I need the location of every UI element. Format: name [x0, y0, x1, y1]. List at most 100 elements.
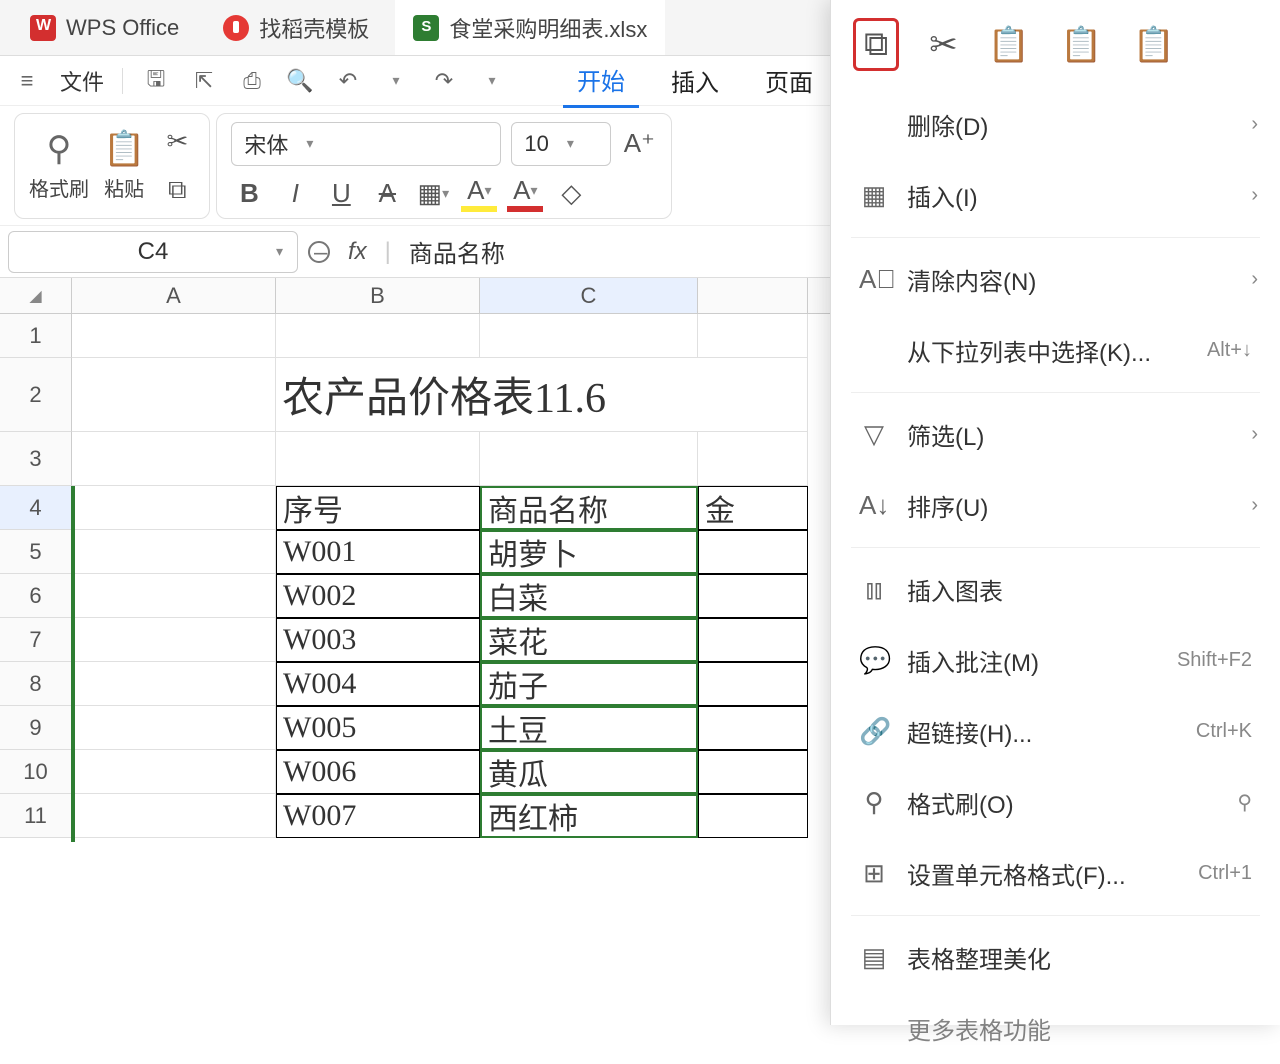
- table-cell[interactable]: W007: [276, 794, 480, 838]
- table-cell[interactable]: [698, 574, 808, 618]
- ctx-clear[interactable]: A⃠清除内容(N)›: [831, 244, 1280, 315]
- ctx-sort[interactable]: A↓排序(U)›: [831, 470, 1280, 541]
- table-cell[interactable]: 茄子: [480, 662, 698, 706]
- font-size-select[interactable]: 10 ▾: [511, 122, 611, 166]
- copy-icon[interactable]: ⧉: [159, 172, 195, 208]
- row-header[interactable]: 8: [0, 662, 72, 706]
- title-cell[interactable]: 农产品价格表11.6: [276, 358, 808, 432]
- cell[interactable]: [72, 432, 276, 486]
- redo-icon[interactable]: ↷: [429, 66, 459, 96]
- cell[interactable]: [698, 432, 808, 486]
- file-tab[interactable]: 食堂采购明细表.xlsx: [395, 0, 665, 55]
- strikethrough-button[interactable]: A: [369, 176, 405, 212]
- tab-layout[interactable]: 页面: [751, 55, 827, 106]
- row-header[interactable]: 1: [0, 314, 72, 358]
- row-header[interactable]: 11: [0, 794, 72, 838]
- cell[interactable]: [480, 314, 698, 358]
- cell[interactable]: [698, 314, 808, 358]
- ctx-beautify[interactable]: ▤表格整理美化: [831, 922, 1280, 993]
- ctx-chart[interactable]: ⫾⫾插入图表: [831, 554, 1280, 625]
- paste-button[interactable]: 📋 粘贴: [103, 129, 145, 202]
- increase-font-icon[interactable]: A⁺: [621, 126, 657, 162]
- table-header-cell[interactable]: 序号: [276, 486, 480, 530]
- ctx-cell-format[interactable]: ⊞设置单元格格式(F)...Ctrl+1: [831, 838, 1280, 909]
- table-header-cell-selected[interactable]: 商品名称: [480, 486, 698, 530]
- table-cell[interactable]: W003: [276, 618, 480, 662]
- cut-icon[interactable]: ✂: [929, 25, 958, 65]
- highlight-button[interactable]: A▾: [461, 176, 497, 212]
- borders-button[interactable]: ▦▾: [415, 176, 451, 212]
- format-painter-button[interactable]: ⚲ 格式刷: [29, 129, 89, 202]
- table-cell[interactable]: 西红柿: [480, 794, 698, 838]
- cell[interactable]: [72, 618, 276, 662]
- column-header-a[interactable]: A: [72, 278, 276, 313]
- table-cell[interactable]: W001: [276, 530, 480, 574]
- print-icon[interactable]: ⎙: [237, 66, 267, 96]
- table-header-cell[interactable]: 金: [698, 486, 808, 530]
- paste-icon[interactable]: 📋: [988, 25, 1030, 65]
- column-header-b[interactable]: B: [276, 278, 480, 313]
- cell[interactable]: [72, 574, 276, 618]
- italic-button[interactable]: I: [277, 176, 313, 212]
- row-header[interactable]: 2: [0, 358, 72, 432]
- row-header[interactable]: 5: [0, 530, 72, 574]
- save-icon[interactable]: 🖫: [141, 66, 171, 96]
- fx-icon[interactable]: fx: [348, 238, 367, 266]
- tab-insert[interactable]: 插入: [657, 55, 733, 106]
- preview-icon[interactable]: 🔍: [285, 66, 315, 96]
- select-all-corner[interactable]: ◢: [0, 278, 72, 313]
- table-cell[interactable]: 土豆: [480, 706, 698, 750]
- cell[interactable]: [72, 314, 276, 358]
- table-cell[interactable]: W006: [276, 750, 480, 794]
- table-cell[interactable]: [698, 618, 808, 662]
- undo-icon[interactable]: ↶: [333, 66, 363, 96]
- column-header-d[interactable]: [698, 278, 808, 313]
- cell[interactable]: [72, 358, 276, 432]
- table-cell[interactable]: [698, 706, 808, 750]
- name-box[interactable]: C4 ▾: [8, 231, 298, 273]
- table-cell[interactable]: W004: [276, 662, 480, 706]
- underline-button[interactable]: U: [323, 176, 359, 212]
- cell[interactable]: [72, 794, 276, 838]
- redo-dropdown-icon[interactable]: ▾: [477, 66, 507, 96]
- undo-dropdown-icon[interactable]: ▾: [381, 66, 411, 96]
- cell[interactable]: [72, 486, 276, 530]
- table-cell[interactable]: [698, 794, 808, 838]
- table-cell[interactable]: [698, 750, 808, 794]
- row-header[interactable]: 9: [0, 706, 72, 750]
- clear-format-icon[interactable]: ◇: [553, 176, 589, 212]
- template-tab[interactable]: 找稻壳模板: [205, 0, 387, 55]
- cell[interactable]: [72, 530, 276, 574]
- cell[interactable]: [72, 750, 276, 794]
- font-name-select[interactable]: 宋体 ▾: [231, 122, 501, 166]
- ctx-comment[interactable]: 💬插入批注(M)Shift+F2: [831, 625, 1280, 696]
- cut-icon[interactable]: ✂: [159, 124, 195, 160]
- table-cell[interactable]: 胡萝卜: [480, 530, 698, 574]
- cell[interactable]: [480, 432, 698, 486]
- paste-text-icon[interactable]: 📋: [1060, 25, 1102, 65]
- ctx-format-painter[interactable]: ⚲格式刷(O)⚲: [831, 767, 1280, 838]
- row-header[interactable]: 4: [0, 486, 72, 530]
- cancel-formula-icon[interactable]: [308, 241, 330, 263]
- table-cell[interactable]: [698, 530, 808, 574]
- tab-start[interactable]: 开始: [563, 54, 639, 108]
- font-color-button[interactable]: A▾: [507, 176, 543, 212]
- paste-special-icon[interactable]: 📋: [1132, 25, 1174, 65]
- ctx-filter[interactable]: ▽筛选(L)›: [831, 399, 1280, 470]
- file-menu[interactable]: 文件: [60, 65, 104, 97]
- ctx-hyperlink[interactable]: 🔗超链接(H)...Ctrl+K: [831, 696, 1280, 767]
- wps-home-tab[interactable]: WPS Office: [12, 0, 197, 55]
- row-header[interactable]: 6: [0, 574, 72, 618]
- ctx-delete[interactable]: 删除(D)›: [831, 89, 1280, 160]
- cell[interactable]: [276, 432, 480, 486]
- table-cell[interactable]: 白菜: [480, 574, 698, 618]
- table-cell[interactable]: W002: [276, 574, 480, 618]
- ctx-more-table[interactable]: 更多表格功能: [831, 993, 1280, 1064]
- table-cell[interactable]: [698, 662, 808, 706]
- row-header[interactable]: 10: [0, 750, 72, 794]
- export-icon[interactable]: ⇱: [189, 66, 219, 96]
- table-cell[interactable]: 菜花: [480, 618, 698, 662]
- copy-button-highlighted[interactable]: ⧉: [853, 18, 899, 71]
- bold-button[interactable]: B: [231, 176, 267, 212]
- cell[interactable]: [72, 662, 276, 706]
